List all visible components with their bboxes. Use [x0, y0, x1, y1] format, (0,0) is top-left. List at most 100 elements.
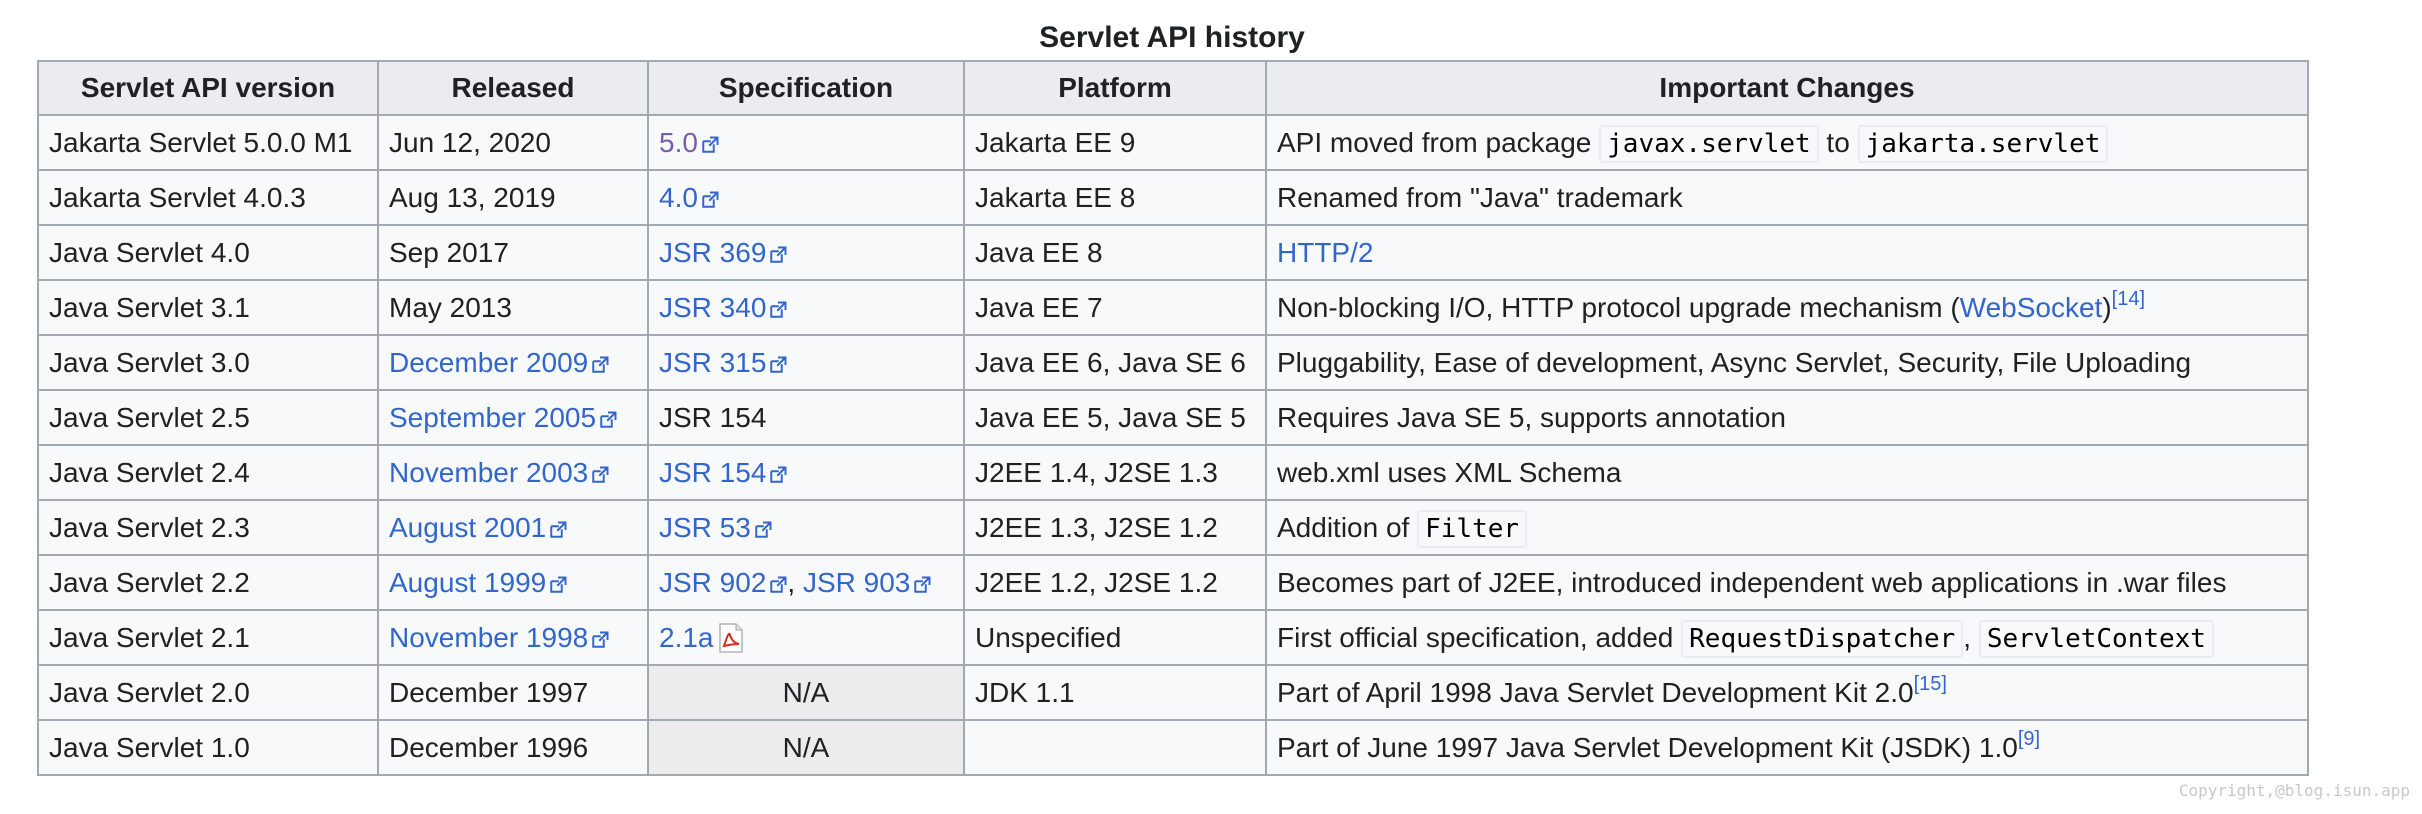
cell-important-changes: Pluggability, Ease of development, Async…	[1265, 334, 2309, 391]
cell-specification: 2.1a	[647, 609, 965, 666]
wiki-link[interactable]: WebSocket	[1960, 292, 2103, 323]
specification-link[interactable]: JSR 340	[659, 292, 787, 323]
change-text: Becomes part of J2EE, introduced indepen…	[1277, 566, 2227, 598]
header-released[interactable]: Released	[377, 60, 649, 116]
table-row: Java Servlet 3.0 December 2009 JSR 315 Java…	[37, 334, 2309, 391]
specification-link[interactable]: JSR 369	[659, 237, 787, 268]
specification-link-text: JSR 369	[659, 236, 767, 268]
specification-link-text: 4.0	[659, 181, 698, 213]
specification-link-text: 5.0	[659, 126, 698, 158]
code-snippet: RequestDispatcher	[1681, 619, 1964, 658]
cell-specification: JSR 902, JSR 903	[647, 554, 965, 611]
citation: [9]	[2018, 728, 2040, 750]
specification-link[interactable]: JSR 53	[659, 512, 772, 543]
cell-released: September 2005	[377, 389, 649, 446]
cell-specification: 5.0	[647, 114, 965, 171]
released-link[interactable]: November 1998	[389, 622, 609, 653]
released-link[interactable]: December 2009	[389, 347, 609, 378]
cell-version: Java Servlet 4.0	[37, 224, 379, 281]
cell-version: Java Servlet 3.0	[37, 334, 379, 391]
cell-platform: J2EE 1.3, J2SE 1.2	[963, 499, 1267, 556]
change-text: ,	[1963, 621, 1979, 653]
cell-platform: Java EE 7	[963, 279, 1267, 336]
cell-released: May 2013	[377, 279, 649, 336]
external-link-icon	[591, 624, 609, 648]
external-link-icon	[701, 129, 719, 153]
table-row: Java Servlet 2.4 November 2003 JSR 154 J2EE…	[37, 444, 2309, 501]
citation: [15]	[1914, 673, 1947, 695]
released-link[interactable]: August 2001	[389, 512, 567, 543]
cell-specification: JSR 340	[647, 279, 965, 336]
specification-link-text: 2.1a	[659, 621, 714, 653]
external-link-icon	[769, 349, 787, 373]
header-platform[interactable]: Platform	[963, 60, 1267, 116]
specification-text: ,	[787, 566, 803, 598]
change-text: Renamed from "Java" trademark	[1277, 181, 1683, 213]
released-link[interactable]: November 2003	[389, 457, 609, 488]
specification-link[interactable]: 2.1a	[659, 622, 744, 653]
cell-version: Java Servlet 2.3	[37, 499, 379, 556]
citation-link[interactable]: [9]	[2018, 728, 2040, 750]
specification-link-text: JSR 340	[659, 291, 767, 323]
cell-released: December 2009	[377, 334, 649, 391]
cell-released: August 1999	[377, 554, 649, 611]
specification-link[interactable]: JSR 902	[659, 567, 787, 598]
cell-platform: Java EE 6, Java SE 6	[963, 334, 1267, 391]
cell-platform: Java EE 5, Java SE 5	[963, 389, 1267, 446]
table-caption: Servlet API history	[1039, 21, 1305, 54]
specification-link[interactable]: 5.0	[659, 127, 719, 158]
released-link[interactable]: September 2005	[389, 402, 617, 433]
header-specification[interactable]: Specification	[647, 60, 965, 116]
code-snippet: javax.servlet	[1599, 124, 1819, 163]
table-row: Java Servlet 4.0 Sep 2017 JSR 369 Java EE 8…	[37, 224, 2309, 281]
cell-released: August 2001	[377, 499, 649, 556]
table-row: Java Servlet 2.0 December 1997 N/A JDK 1.1 P…	[37, 664, 2309, 721]
cell-version: Jakarta Servlet 4.0.3	[37, 169, 379, 226]
external-link-icon	[769, 459, 787, 483]
watermark: Copyright,@blog.isun.app	[2178, 781, 2410, 800]
specification-link-text: JSR 903	[802, 566, 911, 598]
specification-link-text: JSR 315	[659, 346, 767, 378]
external-link-icon	[549, 569, 567, 593]
specification-link[interactable]: 4.0	[659, 182, 719, 213]
cell-specification: JSR 315	[647, 334, 965, 391]
table-body: Jakarta Servlet 5.0.0 M1 Jun 12, 2020 5.0 J…	[37, 114, 2309, 776]
cell-released: November 2003	[377, 444, 649, 501]
table-row: Jakarta Servlet 5.0.0 M1 Jun 12, 2020 5.0 J…	[37, 114, 2309, 171]
code-snippet: ServletContext	[1978, 619, 2214, 658]
change-text: Part of April 1998 Java Servlet Developm…	[1277, 676, 1914, 708]
specification-link[interactable]: JSR 903	[803, 567, 931, 598]
table-row: Java Servlet 3.1 May 2013 JSR 340 Java EE 7…	[37, 279, 2309, 336]
external-link-icon	[754, 514, 772, 538]
cell-specification: N/A	[647, 719, 965, 776]
header-version[interactable]: Servlet API version	[37, 60, 379, 116]
specification-link[interactable]: JSR 315	[659, 347, 787, 378]
code-snippet: Filter	[1417, 509, 1528, 548]
released-link[interactable]: August 1999	[389, 567, 567, 598]
citation-link[interactable]: [15]	[1914, 673, 1947, 695]
change-text: web.xml uses XML Schema	[1277, 456, 1622, 488]
table-row: Java Servlet 2.3 August 2001 JSR 53 J2EE 1.…	[37, 499, 2309, 556]
change-text: API moved from package	[1277, 126, 1600, 158]
specification-link[interactable]: JSR 154	[659, 457, 787, 488]
citation-link[interactable]: [14]	[2112, 288, 2145, 310]
change-text: Addition of	[1277, 511, 1418, 543]
change-text: Pluggability, Ease of development, Async…	[1277, 346, 2192, 378]
external-link-icon	[599, 404, 617, 428]
cell-released: Sep 2017	[377, 224, 649, 281]
wiki-link[interactable]: HTTP/2	[1277, 237, 1373, 268]
change-text: Requires Java SE 5, supports annotation	[1277, 401, 1786, 433]
table-row: Jakarta Servlet 4.0.3 Aug 13, 2019 4.0 Jaka…	[37, 169, 2309, 226]
cell-specification: 4.0	[647, 169, 965, 226]
external-link-icon	[549, 514, 567, 538]
external-link-icon	[591, 459, 609, 483]
table-row: Java Servlet 1.0 December 1996 N/A Part of …	[37, 719, 2309, 776]
cell-important-changes: Addition of Filter	[1265, 499, 2309, 556]
table-row: Java Servlet 2.5 September 2005 JSR 154 Jav…	[37, 389, 2309, 446]
cell-specification: JSR 53	[647, 499, 965, 556]
header-important-changes[interactable]: Important Changes	[1265, 60, 2309, 116]
cell-important-changes: web.xml uses XML Schema	[1265, 444, 2309, 501]
cell-specification: JSR 154	[647, 444, 965, 501]
released-link-text: November 2003	[389, 456, 589, 488]
cell-platform: J2EE 1.2, J2SE 1.2	[963, 554, 1267, 611]
